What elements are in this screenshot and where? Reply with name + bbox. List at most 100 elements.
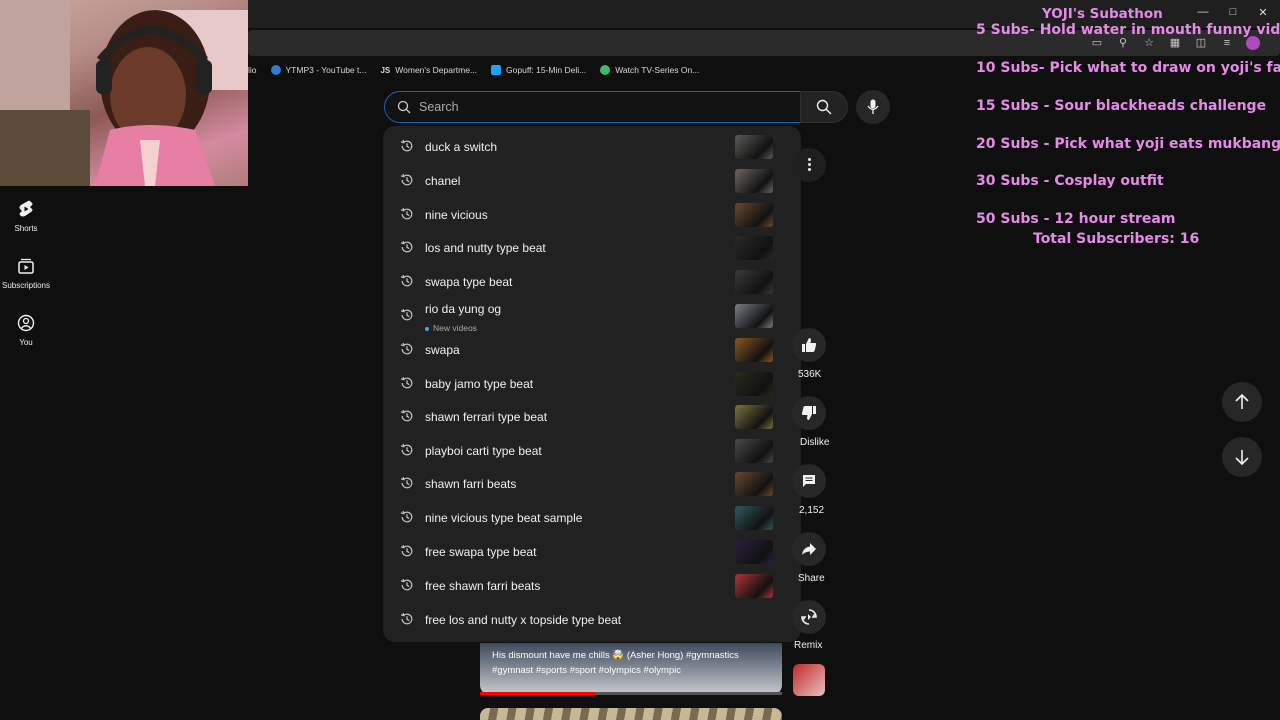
bookmark-item[interactable]: Gopuff: 15-Min Deli...: [491, 65, 586, 75]
suggestion-item[interactable]: swapa type beat: [383, 266, 801, 298]
suggestion-item[interactable]: nine vicious: [383, 199, 801, 231]
suggestion-text: swapa type beat: [425, 275, 513, 289]
short-progress-bar[interactable]: [480, 692, 782, 695]
sidebar-item-you[interactable]: You: [0, 314, 52, 347]
suggestion-thumbnail: [735, 574, 773, 598]
sidebar-item-subscriptions[interactable]: Subscriptions: [0, 257, 52, 290]
next-short-button[interactable]: [1222, 437, 1262, 477]
close-icon[interactable]: ✕: [1256, 6, 1270, 19]
overlay-total-subscribers: Total Subscribers: 16: [1033, 231, 1200, 247]
js-icon: JS: [380, 65, 391, 75]
bookmark-item[interactable]: JS Women's Departme...: [380, 65, 477, 75]
suggestion-thumbnail: [735, 405, 773, 429]
comments-button[interactable]: [792, 464, 826, 498]
short-progress-fill: [480, 692, 595, 695]
previous-short-button[interactable]: [1222, 382, 1262, 422]
history-icon: [400, 612, 413, 625]
short-video-player[interactable]: His dismount have me chills 🤯 (Asher Hon…: [480, 643, 782, 695]
history-icon: [400, 342, 413, 355]
suggestion-item[interactable]: shawn ferrari type beat: [383, 401, 801, 433]
suggestion-item[interactable]: swapa: [383, 334, 801, 366]
suggestion-thumbnail: [735, 338, 773, 362]
overlay-goal-item: 5 Subs- Hold water in mouth funny vid: [976, 22, 1280, 38]
remix-button[interactable]: [792, 600, 826, 634]
dislike-button[interactable]: [792, 396, 826, 430]
suggestion-text: chanel: [425, 174, 461, 188]
bookmark-label: Women's Departme...: [395, 65, 478, 75]
suggestion-item[interactable]: free swapa type beat: [383, 536, 801, 568]
thumbs-up-icon: [802, 338, 817, 352]
suggestion-thumbnail: [735, 439, 773, 463]
remix-icon: [801, 609, 817, 625]
sidebar-item-shorts[interactable]: Shorts: [0, 200, 52, 233]
suggestion-text: free shawn farri beats: [425, 579, 541, 593]
sound-thumbnail[interactable]: [793, 664, 825, 696]
bookmark-label: lio: [248, 65, 257, 75]
suggestion-thumbnail: [735, 540, 773, 564]
suggestion-item[interactable]: free shawn farri beats: [383, 570, 801, 602]
bookmark-label: Watch TV-Series On...: [615, 65, 700, 75]
bookmarks-bar: lio YTMP3 - YouTube t... JS Women's Depa…: [248, 60, 699, 80]
profile-icon[interactable]: [1246, 36, 1260, 50]
restore-icon[interactable]: □: [1226, 6, 1240, 18]
extensions-icon[interactable]: ▦: [1168, 36, 1182, 50]
remix-label: Remix: [794, 640, 823, 651]
bookmark-item[interactable]: Watch TV-Series On...: [600, 65, 699, 75]
thumbs-down-icon: [801, 406, 816, 420]
suggestion-item[interactable]: rio da yung og New videos: [383, 300, 801, 333]
ytmp3-icon: [270, 65, 281, 75]
history-icon: [400, 240, 413, 253]
like-button[interactable]: [792, 328, 826, 362]
suggestion-thumbnail: [735, 270, 773, 294]
downloads-icon[interactable]: ≡: [1220, 36, 1234, 50]
suggestion-item[interactable]: playboi carti type beat: [383, 435, 801, 467]
search-button[interactable]: [800, 91, 848, 123]
next-short-preview[interactable]: [480, 708, 782, 720]
suggestion-text: shawn ferrari type beat: [425, 410, 548, 424]
search-input[interactable]: [419, 99, 779, 115]
history-icon: [400, 544, 413, 557]
voice-search-button[interactable]: [856, 90, 890, 124]
suggestion-item[interactable]: duck a switch: [383, 131, 801, 163]
share-button[interactable]: [792, 532, 826, 566]
suggestion-text: nine vicious: [425, 208, 488, 222]
sidebar-item-label: You: [19, 338, 33, 347]
suggestion-text: swapa: [425, 343, 460, 357]
dislike-label: Dislike: [800, 437, 830, 448]
suggestion-thumbnail: [735, 236, 773, 260]
arrow-down-icon: [1235, 450, 1249, 465]
suggestion-item[interactable]: los and nutty type beat: [383, 232, 801, 264]
minimize-icon[interactable]: —: [1196, 6, 1210, 18]
bookmark-item[interactable]: YTMP3 - YouTube t...: [270, 65, 367, 75]
suggestion-item[interactable]: nine vicious type beat sample: [383, 502, 801, 534]
more-options-button[interactable]: [792, 148, 826, 182]
suggestion-item[interactable]: free los and nutty x topside type beat: [383, 604, 801, 636]
play-icon: [600, 65, 611, 75]
webcam-feed: [0, 0, 248, 186]
zoom-icon[interactable]: ⚲: [1116, 36, 1130, 50]
sidebar-item-label: Subscriptions: [1, 281, 51, 290]
search-box[interactable]: [384, 91, 802, 123]
suggestion-thumbnail: [735, 372, 773, 396]
bookmark-item[interactable]: lio: [248, 65, 257, 75]
star-icon[interactable]: ☆: [1142, 36, 1156, 50]
history-icon: [400, 274, 413, 287]
history-icon: [400, 173, 413, 186]
sidebar-item-label: Shorts: [14, 224, 38, 233]
bookmark-label: YTMP3 - YouTube t...: [285, 65, 367, 75]
suggestion-text: rio da yung og: [425, 302, 502, 316]
suggestion-item[interactable]: chanel: [383, 165, 801, 197]
short-caption: His dismount have me chills 🤯 (Asher Hon…: [492, 650, 739, 676]
suggestion-text: free swapa type beat: [425, 545, 537, 559]
cast-icon[interactable]: ▭: [1090, 36, 1104, 50]
suggestion-text: baby jamo type beat: [425, 377, 534, 391]
history-icon: [400, 376, 413, 389]
suggestion-text: shawn farri beats: [425, 477, 517, 491]
overlay-goal-item: 30 Subs - Cosplay outfit: [976, 173, 1164, 189]
suggestion-item[interactable]: shawn farri beats: [383, 468, 801, 500]
sidepanel-icon[interactable]: ◫: [1194, 36, 1208, 50]
overlay-title: YOJI's Subathon: [1042, 6, 1163, 22]
suggestion-text: duck a switch: [425, 140, 498, 154]
suggestion-item[interactable]: baby jamo type beat: [383, 368, 801, 400]
suggestion-thumbnail: [735, 135, 773, 159]
